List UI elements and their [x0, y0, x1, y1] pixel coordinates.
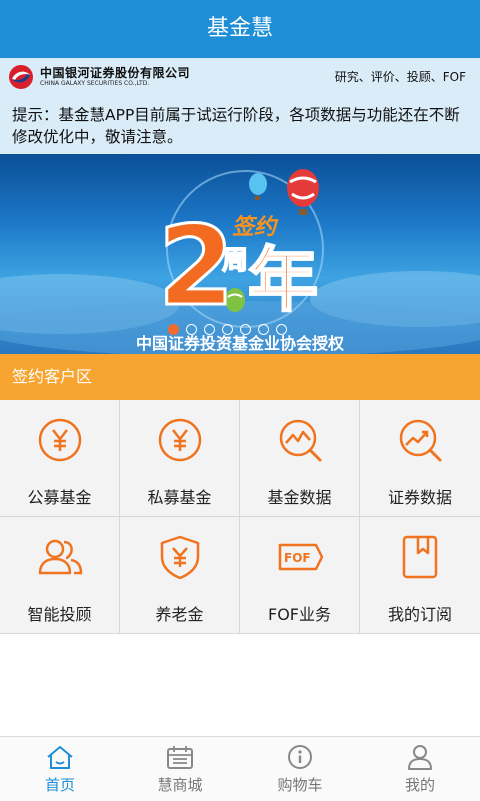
- users-icon: [38, 539, 82, 575]
- grid-item-label: 公募基金: [27, 488, 92, 507]
- feature-grid: 公募基金 私募基金 基金数据 证券数据 智能投顾 养老金 FOF FOF业务 我…: [0, 400, 480, 634]
- nav-label: 我的: [404, 776, 435, 794]
- grid-item-label: 养老金: [155, 605, 204, 624]
- app-title: 基金慧: [0, 0, 480, 58]
- svg-text:FOF: FOF: [284, 551, 311, 565]
- chart-up-magnifier-icon: [399, 419, 442, 462]
- banner-headline-top: 签约: [232, 214, 279, 240]
- grid-item-robo-advisor[interactable]: 智能投顾: [0, 517, 120, 634]
- nav-item-me[interactable]: 我的: [360, 737, 480, 801]
- yuan-shield-icon: [160, 535, 199, 580]
- nav-item-mall[interactable]: 慧商城: [120, 737, 240, 801]
- promo-banner[interactable]: 签约 2 周 年 中国证券投资基金业协会授权: [0, 154, 480, 354]
- home-icon: [47, 746, 73, 769]
- grid-item-securities-data[interactable]: 证券数据: [360, 400, 480, 517]
- user-icon: [408, 745, 432, 770]
- chart-magnifier-icon: [279, 419, 321, 462]
- balloon-small-icon: [249, 173, 267, 200]
- company-name-cn: 中国银河证券股份有限公司: [40, 66, 191, 80]
- nav-label: 购物车: [277, 776, 323, 794]
- brand-tagline: 研究、评价、投顾、FOF: [334, 70, 466, 84]
- nav-item-home[interactable]: 首页: [0, 737, 120, 801]
- brand-bar: 中国银河证券股份有限公司 CHINA GALAXY SECURITIES CO.…: [0, 58, 480, 96]
- yuan-circle-icon: [38, 418, 81, 462]
- yuan-circle-icon: [158, 418, 201, 462]
- grid-item-fund-data[interactable]: 基金数据: [240, 400, 360, 517]
- grid-item-label: 我的订阅: [387, 605, 452, 624]
- section-title: 签约客户区: [12, 367, 93, 386]
- grid-item-public-fund[interactable]: 公募基金: [0, 400, 120, 517]
- nav-label: 慧商城: [157, 776, 203, 794]
- grid-item-label: 基金数据: [267, 488, 332, 507]
- grid-item-subscription[interactable]: 我的订阅: [360, 517, 480, 634]
- nav-label: 首页: [44, 776, 75, 794]
- calendar-icon: [167, 746, 193, 769]
- grid-item-fof[interactable]: FOF FOF业务: [240, 517, 360, 634]
- nav-item-cart[interactable]: 购物车: [240, 737, 360, 801]
- company-name-en: CHINA GALAXY SECURITIES CO.,LTD.: [40, 80, 150, 87]
- banner-headline-zhou: 周: [222, 246, 248, 276]
- grid-item-pension[interactable]: 养老金: [120, 517, 240, 634]
- grid-item-label: 证券数据: [387, 488, 452, 507]
- balloon-icon: [287, 169, 319, 215]
- grid-item-label: 智能投顾: [27, 605, 92, 624]
- grid-item-label: FOF业务: [267, 605, 331, 624]
- banner-caption: 中国证券投资基金业协会授权: [135, 334, 344, 353]
- galaxy-logo-icon: [9, 65, 33, 89]
- bottom-nav: 首页 慧商城 购物车 我的: [0, 736, 480, 801]
- banner-headline-nian: 年: [248, 239, 318, 321]
- grid-item-private-fund[interactable]: 私募基金: [120, 400, 240, 517]
- bookmark-book-icon: [402, 535, 438, 579]
- notice-text: 提示：基金慧APP目前属于试运行阶段，各项数据与功能还在不断修改优化中，敬请注意…: [12, 106, 460, 146]
- fof-tag-icon: FOF: [278, 543, 323, 571]
- grid-item-label: 私募基金: [147, 488, 212, 507]
- info-icon: [288, 745, 312, 769]
- notice-panel: 提示：基金慧APP目前属于试运行阶段，各项数据与功能还在不断修改优化中，敬请注意…: [0, 96, 480, 154]
- section-header: 签约客户区: [0, 354, 480, 400]
